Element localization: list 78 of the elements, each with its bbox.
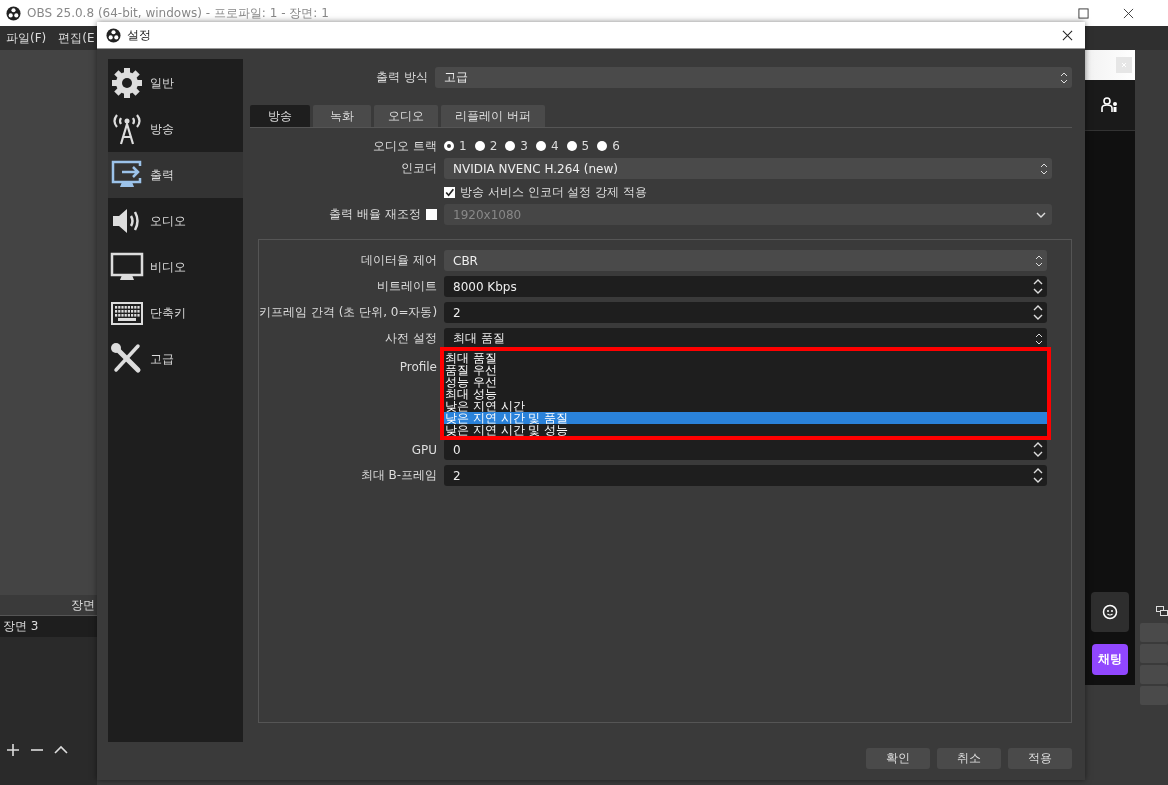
menu-item[interactable]: 편집(E [58, 29, 95, 47]
tab[interactable]: 녹화 [313, 105, 371, 127]
dialog-button[interactable]: 적용 [1008, 748, 1072, 769]
field-label: 인코더 [400, 160, 437, 177]
antenna-icon [110, 112, 144, 146]
field-label: 오디오 트랙 [372, 137, 437, 155]
add-icon[interactable] [6, 743, 20, 757]
track-radio[interactable]: 2 [474, 139, 498, 153]
users-icon[interactable] [1101, 97, 1119, 113]
track-radio[interactable]: 1 [444, 139, 467, 153]
chevron-down-icon[interactable] [1033, 288, 1043, 294]
popout-icon[interactable] [1156, 606, 1168, 616]
rate-control-dropdown[interactable]: CBR [444, 250, 1047, 271]
dropdown-option[interactable]: 최대 성능 [442, 388, 1047, 400]
smiley-icon [1102, 604, 1118, 620]
emoji-button[interactable] [1091, 592, 1129, 632]
close-icon[interactable] [1123, 7, 1134, 19]
field-label: 키프레임 간격 (초 단위, 0=자동) [259, 304, 437, 321]
number-field[interactable]: 2 [444, 465, 1047, 486]
tab[interactable]: 리플레이 버퍼 [441, 105, 545, 127]
chevron-down-icon [1036, 211, 1046, 218]
track-radio[interactable]: 4 [535, 139, 559, 153]
sidebar-item[interactable]: 방송 [108, 106, 243, 152]
chat-button[interactable]: 채팅 [1092, 644, 1128, 675]
track-radio[interactable]: 3 [505, 139, 528, 153]
scene-item[interactable]: 장면 3 [0, 616, 97, 637]
dropdown-option[interactable]: 최대 품질 [442, 352, 1047, 364]
dropdown-option[interactable]: 낮은 지연 시간 및 품질 [442, 412, 1047, 424]
dialog-button[interactable]: 취소 [937, 748, 1001, 769]
field-label: 사전 설정 [384, 330, 437, 347]
updown-icon [1035, 254, 1043, 267]
number-field[interactable]: 2 [444, 302, 1047, 323]
dropdown-option[interactable]: 품질 우선 [442, 364, 1047, 376]
chevron-down-icon[interactable] [1033, 314, 1043, 320]
field-label: 출력 방식 [375, 69, 428, 86]
field-label: 비트레이트 [376, 278, 437, 295]
maximize-icon[interactable] [1078, 7, 1089, 19]
sidebar-item[interactable]: 출력 [108, 152, 243, 198]
encoder-dropdown[interactable]: NVIDIA NVENC H.264 (new) [444, 158, 1052, 179]
panel-title: 장면 [71, 596, 95, 614]
updown-icon [1060, 71, 1068, 84]
sidebar-item[interactable]: 비디오 [108, 244, 243, 290]
checkmark-icon [444, 186, 455, 198]
chevron-up-icon[interactable] [1033, 279, 1043, 285]
field-label: Profile [398, 360, 437, 374]
dropdown-option[interactable]: 낮은 지연 시간 및 성능 [442, 424, 1047, 436]
tab[interactable]: 오디오 [374, 105, 438, 127]
tab[interactable]: 방송 [250, 105, 310, 127]
chevron-up-icon[interactable] [1033, 468, 1043, 474]
dialog-button[interactable]: 확인 [866, 748, 930, 769]
dropdown-option[interactable]: 낮은 지연 시간 [442, 400, 1047, 412]
sidebar-item[interactable]: 오디오 [108, 198, 243, 244]
updown-icon [1035, 332, 1043, 345]
preset-dropdown[interactable]: 최대 품질 [444, 328, 1047, 349]
dialog-title: 설정 [127, 26, 151, 44]
number-field[interactable]: 0 [444, 439, 1047, 460]
chevron-down-icon[interactable] [1033, 477, 1043, 483]
sidebar-item[interactable]: 고급 [108, 336, 243, 382]
obs-logo-icon [6, 5, 21, 21]
chevron-up-icon[interactable] [1033, 442, 1043, 448]
field-label: GPU [410, 442, 437, 457]
obs-logo-icon [106, 27, 121, 43]
number-field[interactable]: 8000 Kbps [444, 276, 1047, 297]
chevron-up-icon[interactable] [1033, 305, 1043, 311]
track-radio[interactable]: 6 [597, 139, 620, 153]
chevron-down-icon[interactable] [1033, 451, 1043, 457]
window-title: OBS 25.0.8 (64-bit, windows) - 프로파일: 1 - 장면: 1 [27, 4, 329, 22]
field-label: 최대 B-프레임 [359, 467, 437, 484]
close-icon[interactable] [1062, 29, 1073, 41]
menu-item[interactable]: 파일(F) [6, 29, 47, 47]
updown-icon [1040, 162, 1048, 175]
track-radio[interactable]: 5 [566, 139, 590, 153]
sidebar-item[interactable]: 단축키 [108, 290, 243, 336]
field-label: 데이터율 제어 [360, 252, 437, 269]
enforce-checkbox[interactable]: 방송 서비스 인코더 설정 강제 적용 [444, 183, 648, 201]
dropdown-option[interactable]: 성능 우선 [442, 376, 1047, 388]
output-mode-dropdown[interactable]: 고급 [435, 67, 1072, 88]
sidebar-item[interactable]: 일반 [108, 60, 243, 106]
